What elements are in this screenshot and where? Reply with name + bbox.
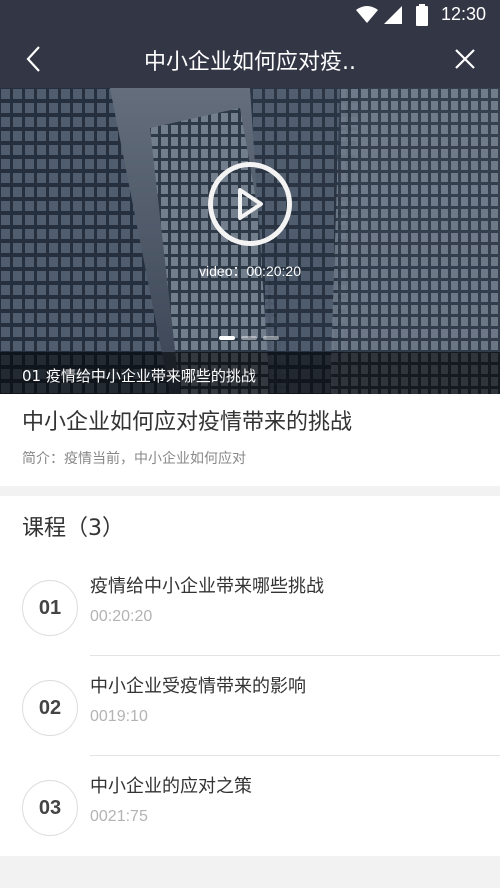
lesson-title: 疫情给中小企业带来哪些挑战 — [90, 576, 324, 597]
close-icon — [455, 49, 475, 69]
lesson-number: 02 — [22, 680, 78, 736]
back-button[interactable] — [14, 40, 52, 78]
chevron-left-icon — [26, 46, 40, 72]
play-icon — [238, 188, 263, 220]
lesson-number: 03 — [22, 780, 78, 836]
status-bar: 12:30 — [0, 0, 500, 30]
page-title: 中小企业如何应对疫.. — [144, 50, 356, 75]
carousel-dot[interactable] — [219, 336, 235, 340]
video-banner[interactable]: video：00:20:20 01 疫情给中小企业带来哪些的挑战 — [0, 88, 500, 394]
lesson-duration: 0019:10 — [90, 708, 148, 725]
course-info: 中小企业如何应对疫情带来的挑战 简介：疫情当前，中小企业如何应对 — [0, 394, 500, 486]
signal-icon — [384, 6, 402, 28]
carousel-indicator — [219, 336, 279, 340]
list-item[interactable]: 03 中小企业的应对之策 0021:75 — [0, 756, 500, 856]
top-bar: 12:30 中小企业如何应对疫.. — [0, 0, 500, 88]
carousel-dot[interactable] — [241, 336, 257, 340]
course-title: 中小企业如何应对疫情带来的挑战 — [22, 410, 353, 435]
status-time: 12:30 — [440, 4, 486, 24]
lesson-duration: 0021:75 — [90, 808, 148, 825]
video-duration-label: video：00:20:20 — [199, 263, 301, 279]
course-list-header: 课程（3） — [22, 516, 124, 541]
list-item[interactable]: 02 中小企业受疫情带来的影响 0019:10 — [0, 656, 500, 756]
lesson-title: 中小企业的应对之策 — [90, 776, 252, 797]
banner-caption: 01 疫情给中小企业带来哪些的挑战 — [0, 352, 500, 394]
course-description: 简介：疫情当前，中小企业如何应对 — [22, 451, 246, 467]
wifi-icon — [356, 6, 378, 28]
carousel-dot[interactable] — [263, 336, 279, 340]
lesson-duration: 00:20:20 — [90, 608, 153, 625]
list-item[interactable]: 01 疫情给中小企业带来哪些挑战 00:20:20 — [0, 556, 500, 656]
battery-icon — [416, 4, 428, 30]
close-button[interactable] — [446, 40, 484, 78]
lesson-number: 01 — [22, 580, 78, 636]
course-list: 课程（3） 01 疫情给中小企业带来哪些挑战 00:20:20 02 中小企业受… — [0, 496, 500, 856]
lesson-title: 中小企业受疫情带来的影响 — [90, 676, 306, 697]
play-button[interactable] — [208, 162, 292, 246]
nav-bar: 中小企业如何应对疫.. — [0, 30, 500, 88]
